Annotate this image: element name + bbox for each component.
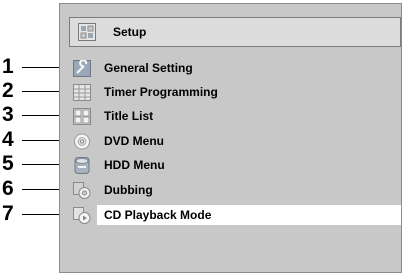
dubbing-icon	[73, 182, 91, 199]
callout-number: 4	[2, 128, 14, 151]
menu-item-label: HDD Menu	[104, 158, 165, 172]
callout-number: 5	[2, 152, 14, 175]
menu-item-label: Timer Programming	[104, 85, 218, 99]
menu-item-label: CD Playback Mode	[104, 208, 212, 222]
menu-item-cd-playback-mode[interactable]: CD Playback Mode	[73, 204, 401, 226]
timer-grid-icon	[73, 84, 91, 101]
menu-item-title-list[interactable]: Title List	[73, 105, 401, 127]
menu-item-label: Title List	[104, 109, 154, 123]
hdd-icon	[73, 157, 91, 174]
callout-number: 1	[2, 55, 14, 78]
disc-icon	[73, 133, 91, 150]
callout-number: 3	[2, 103, 14, 126]
setup-menu-panel: Setup General Setting Timer Programming	[59, 3, 402, 273]
callout-number: 2	[2, 79, 14, 102]
title-bar: Setup	[69, 17, 401, 47]
callout-number: 6	[2, 177, 14, 200]
menu-item-general-setting[interactable]: General Setting	[73, 57, 401, 79]
cd-playback-icon	[73, 207, 91, 224]
menu-item-label: DVD Menu	[104, 134, 164, 148]
menu-item-dubbing[interactable]: Dubbing	[73, 179, 401, 201]
setup-icon	[78, 23, 96, 41]
wrench-icon	[73, 59, 91, 77]
menu-item-hdd-menu[interactable]: HDD Menu	[73, 154, 401, 176]
menu-item-label: General Setting	[104, 61, 193, 75]
callout-number: 7	[2, 202, 14, 225]
menu-item-dvd-menu[interactable]: DVD Menu	[73, 130, 401, 152]
menu-item-timer-programming[interactable]: Timer Programming	[73, 81, 401, 103]
list-icon	[73, 108, 91, 125]
menu-item-label: Dubbing	[104, 183, 153, 197]
page-title: Setup	[113, 25, 147, 39]
